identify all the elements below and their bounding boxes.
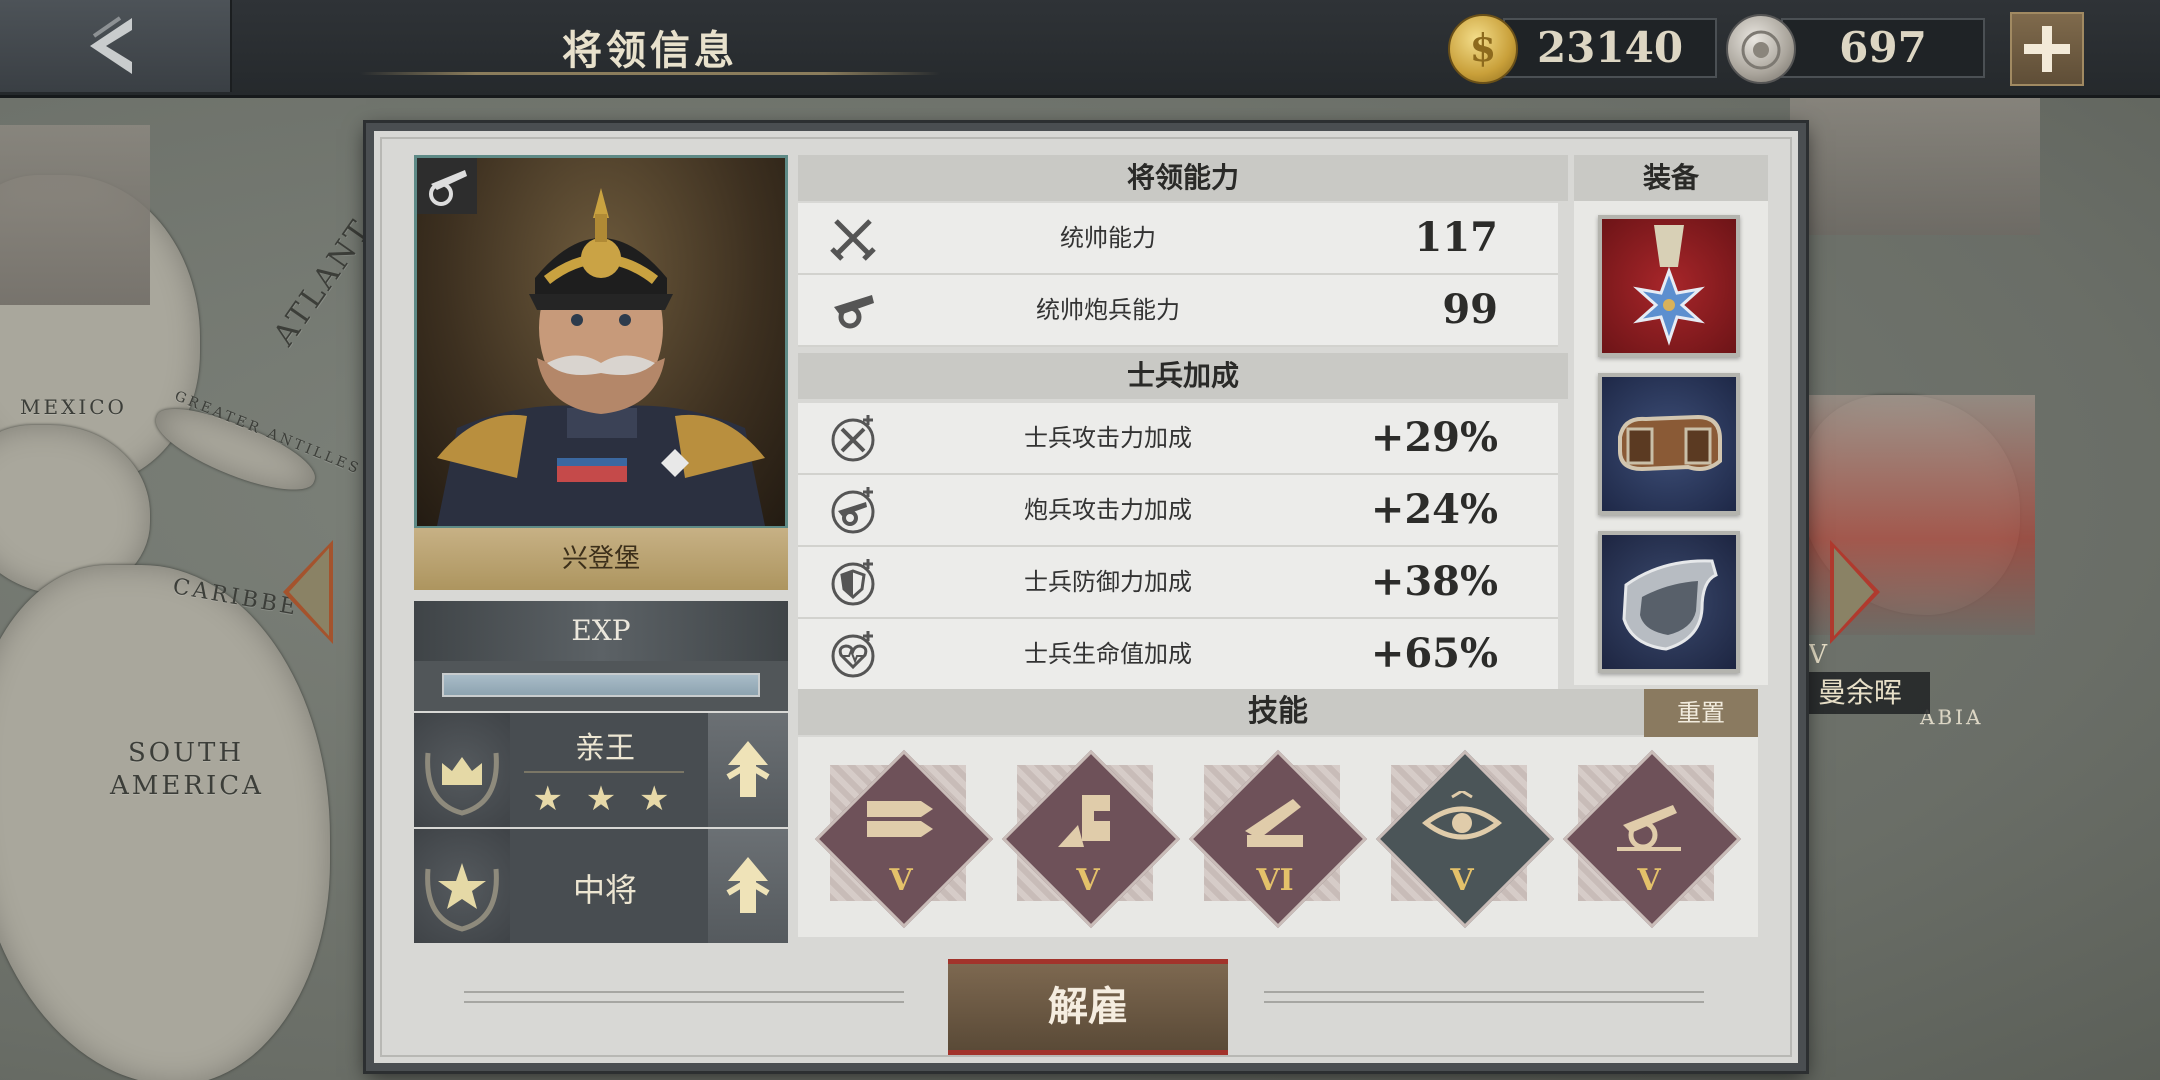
armor-plate-icon <box>1622 559 1718 651</box>
gold-currency: 23140 $ <box>1448 14 1718 84</box>
crossed-swords-icon <box>830 219 876 261</box>
stat-label: 士兵防御力加成 <box>1024 568 1192 596</box>
equipment-column: 装备 <box>1574 155 1768 685</box>
gold-amount: 23140 <box>1503 18 1717 78</box>
decor-lines-left <box>464 991 904 1005</box>
next-general-button[interactable] <box>1830 540 1880 644</box>
skill-slot-2[interactable]: V <box>1001 749 1181 929</box>
stat-row-attack-bonus: 士兵攻击力加成 +29% <box>798 403 1558 475</box>
battle-scene-right <box>1790 95 2040 235</box>
bonuses-header: 士兵加成 <box>798 353 1568 399</box>
artillery-skill-icon <box>1245 799 1303 847</box>
equipment-slot-armor[interactable] <box>1598 531 1740 673</box>
upgrade-arrow-icon <box>726 857 770 913</box>
map-label-south-america-2: AMERICA <box>110 771 264 801</box>
skill-level: VI <box>1256 863 1294 898</box>
skill-slot-1[interactable]: V <box>814 749 994 929</box>
cannon-skill-icon <box>1617 805 1681 851</box>
gold-coin-icon: $ <box>1448 14 1518 84</box>
skill-level: V <box>889 863 913 898</box>
medal-currency: 697 <box>1726 14 1988 84</box>
stat-row-artillery-command: 统帅炮兵能力 99 <box>798 275 1558 347</box>
stat-value: 117 <box>1414 214 1499 261</box>
stat-value: +29% <box>1370 414 1498 461</box>
artillery-bonus-icon <box>831 487 875 534</box>
general-info-panel: 兴登堡 EXP 亲王 ★ ★ ★ 中将 将领能力 统帅能力 117 统帅炮兵能力… <box>366 123 1806 1071</box>
exp-progress-bar <box>442 673 760 697</box>
upgrade-arrow-icon <box>726 741 770 797</box>
unit-type-badge <box>417 158 477 214</box>
attack-bonus-icon <box>831 415 875 462</box>
skill-level: V <box>1450 863 1474 898</box>
title-rank-name: 亲王 <box>575 731 635 766</box>
title-rank-row: 亲王 ★ ★ ★ <box>414 713 788 827</box>
eye-skill-icon <box>1422 791 1502 840</box>
back-button[interactable] <box>0 0 232 92</box>
general-portrait <box>414 155 788 529</box>
artillery-type-icon <box>429 170 467 206</box>
exp-label: EXP <box>414 601 788 661</box>
military-rank-name: 中将 <box>572 871 637 909</box>
arrows-skill-icon <box>867 801 933 837</box>
cannon-icon <box>834 295 874 329</box>
defense-bonus-icon <box>831 559 875 606</box>
back-arrow-icon <box>90 16 132 74</box>
military-rank-row: 中将 <box>414 829 788 943</box>
medal-amount: 697 <box>1781 18 1985 78</box>
skill-level: V <box>1076 863 1100 898</box>
stat-label: 士兵攻击力加成 <box>1024 424 1192 452</box>
skill-slot-3[interactable]: VI <box>1188 749 1368 929</box>
stat-label: 统帅能力 <box>1060 224 1156 252</box>
stat-row-defense-bonus: 士兵防御力加成 +38% <box>798 547 1558 619</box>
skill-slot-5[interactable]: V <box>1562 749 1742 929</box>
crown-laurel-icon <box>414 713 510 827</box>
title-underline <box>360 72 940 75</box>
equipment-slot-ammo[interactable] <box>1598 373 1740 515</box>
health-bonus-icon <box>831 631 875 678</box>
stat-label: 士兵生命值加成 <box>1024 640 1192 668</box>
previous-general-button[interactable] <box>283 540 333 644</box>
exp-section: EXP <box>414 601 788 711</box>
reset-skills-button[interactable]: 重置 <box>1644 689 1758 737</box>
rank-stars: ★ ★ ★ <box>532 779 676 819</box>
stat-value: +24% <box>1370 486 1498 533</box>
skill-slot-4[interactable]: V <box>1375 749 1555 929</box>
skill-level: V <box>1637 863 1661 898</box>
ammo-belt-icon <box>1618 414 1722 472</box>
top-bar: 将领信息 23140 $ 697 <box>0 0 2160 98</box>
stat-row-command: 统帅能力 117 <box>798 203 1558 275</box>
star-laurel-icon <box>414 829 510 943</box>
abilities-header: 将领能力 <box>798 155 1568 201</box>
decor-lines-right <box>1264 991 1704 1005</box>
skills-row: V V VI V V <box>798 737 1758 937</box>
stat-value: 99 <box>1442 286 1498 333</box>
equipment-header: 装备 <box>1574 155 1768 201</box>
medal-icon <box>1633 225 1705 346</box>
dismiss-button[interactable]: 解雇 <box>948 959 1228 1055</box>
stat-label: 炮兵攻击力加成 <box>1024 496 1192 524</box>
equipment-slot-medal[interactable] <box>1598 215 1740 357</box>
page-title: 将领信息 <box>562 27 738 74</box>
stat-value: +65% <box>1370 630 1498 677</box>
exp-progress-fill <box>444 675 758 695</box>
stat-label: 统帅炮兵能力 <box>1036 296 1180 324</box>
neighbor-general-name: 曼余晖 <box>1790 672 1930 714</box>
map-label-mexico: MEXICO <box>20 395 127 419</box>
battle-scene-left <box>0 125 150 305</box>
stat-value: +38% <box>1370 558 1498 605</box>
add-currency-button[interactable] <box>2010 12 2084 86</box>
stat-row-artillery-bonus: 炮兵攻击力加成 +24% <box>798 475 1558 547</box>
skills-header: 技能 <box>798 689 1758 735</box>
silver-medal-icon <box>1726 14 1796 84</box>
map-label-south-america-1: SOUTH <box>128 738 245 768</box>
promote-rank-button[interactable] <box>708 829 788 943</box>
fortify-skill-icon <box>1058 795 1110 847</box>
stat-row-health-bonus: 士兵生命值加成 +65% <box>798 619 1558 691</box>
upgrade-title-button[interactable] <box>708 713 788 827</box>
rank-divider <box>524 771 684 773</box>
svg-text:$: $ <box>1470 25 1496 70</box>
general-name: 兴登堡 <box>414 528 788 590</box>
